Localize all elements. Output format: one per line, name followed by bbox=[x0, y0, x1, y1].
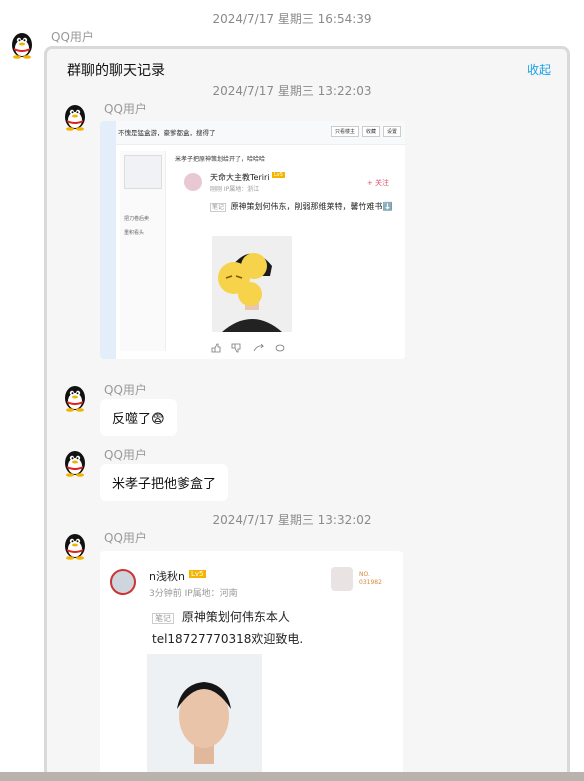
sender-name: QQ用户 bbox=[104, 448, 147, 462]
text-message-bubble[interactable]: 反噬了😨 bbox=[100, 399, 177, 436]
portrait-photo-with-emoji bbox=[212, 236, 292, 332]
screenshot-header: 不愧是猛盒游，豪爹都盒，搜得了 只看楼主 收藏 设置 bbox=[116, 121, 405, 145]
background-wallpaper-strip bbox=[0, 772, 584, 781]
qq-penguin-avatar[interactable] bbox=[60, 382, 90, 412]
note-tag: 笔记 bbox=[210, 203, 227, 212]
follow-button: + 关注 bbox=[366, 179, 389, 187]
screenshot-image[interactable]: n浅秋n Lv5 3分钟前 IP属地：河南 NO. 031982 笔记 原神策划… bbox=[100, 551, 403, 781]
message-timestamp: 2024/7/17 星期三 16:54:39 bbox=[212, 12, 372, 26]
post-notice: 米孝子把原神策划给开了，哈哈哈 bbox=[175, 156, 266, 163]
screenshot-header-title: 不愧是猛盒游，豪爹都盒，搜得了 bbox=[118, 129, 216, 137]
text-message-bubble[interactable]: 米孝子把他爹盒了 bbox=[100, 464, 229, 501]
sidebar-line: 重积看头 bbox=[124, 230, 145, 236]
collection-badge: NO. 031982 bbox=[331, 567, 389, 593]
sender-name: QQ用户 bbox=[104, 531, 147, 545]
level-badge: Lv5 bbox=[189, 570, 206, 578]
badge-image bbox=[331, 567, 353, 591]
qq-penguin-avatar[interactable] bbox=[60, 530, 90, 560]
forward-card-title: 群聊的聊天记录 bbox=[67, 63, 165, 79]
poster-name: n浅秋n bbox=[149, 570, 185, 583]
sender-name: QQ用户 bbox=[104, 383, 147, 397]
post-text: 笔记 原神策划何伟东本人 tel18727770318欢迎致电. bbox=[152, 607, 392, 649]
badge-line: 031982 bbox=[359, 579, 382, 586]
sidebar-line: 把刀卷后卖 bbox=[124, 216, 150, 222]
post-body: 原神策划何伟东，削弱那维莱特，馨竹难书⬇️ bbox=[230, 202, 393, 211]
message-timestamp: 2024/7/17 星期三 13:22:03 bbox=[212, 84, 372, 98]
post-body: 原神策划何伟东本人 tel18727770318欢迎致电. bbox=[152, 610, 304, 646]
map-thumbnail bbox=[124, 155, 162, 189]
post-meta: 刚刚 IP属地：浙江 bbox=[210, 186, 260, 193]
qq-penguin-avatar[interactable] bbox=[7, 29, 37, 59]
post-text: 笔记 原神策划何伟东，削弱那维莱特，馨竹难书⬇️ bbox=[210, 200, 400, 214]
level-badge: Lv5 bbox=[272, 172, 285, 178]
screenshot-post: 米孝子把原神策划给开了，哈哈哈 天命大主教Teriri Lv5 刚刚 IP属地：… bbox=[170, 151, 405, 351]
post-action-icons bbox=[211, 343, 285, 353]
collapse-button[interactable]: 收起 bbox=[527, 61, 551, 78]
screenshot-header-button: 收藏 bbox=[361, 126, 380, 137]
sender-name: QQ用户 bbox=[104, 102, 147, 116]
poster-avatar bbox=[184, 173, 202, 191]
post-meta: 3分钟前 IP属地：河南 bbox=[149, 589, 238, 599]
qq-penguin-avatar[interactable] bbox=[60, 447, 90, 477]
portrait-photo bbox=[147, 654, 262, 781]
screenshot-left-bar bbox=[100, 121, 116, 359]
badge-line: NO. bbox=[359, 571, 370, 578]
qq-penguin-avatar[interactable] bbox=[60, 101, 90, 131]
note-tag: 笔记 bbox=[152, 613, 174, 624]
badge-text: NO. 031982 bbox=[359, 571, 382, 587]
poster-avatar bbox=[110, 569, 136, 595]
screenshot-header-button: 只看楼主 bbox=[330, 126, 359, 137]
screenshot-sidebar: 把刀卷后卖 重积看头 bbox=[120, 151, 166, 351]
sender-name: QQ用户 bbox=[51, 30, 94, 44]
screenshot-header-button: 设置 bbox=[382, 126, 401, 137]
message-timestamp: 2024/7/17 星期三 13:32:02 bbox=[212, 513, 372, 527]
poster-name: 天命大主教Teriri bbox=[210, 173, 270, 182]
screenshot-image[interactable]: 不愧是猛盒游，豪爹都盒，搜得了 只看楼主 收藏 设置 把刀卷后卖 重积看头 米孝… bbox=[100, 121, 405, 359]
